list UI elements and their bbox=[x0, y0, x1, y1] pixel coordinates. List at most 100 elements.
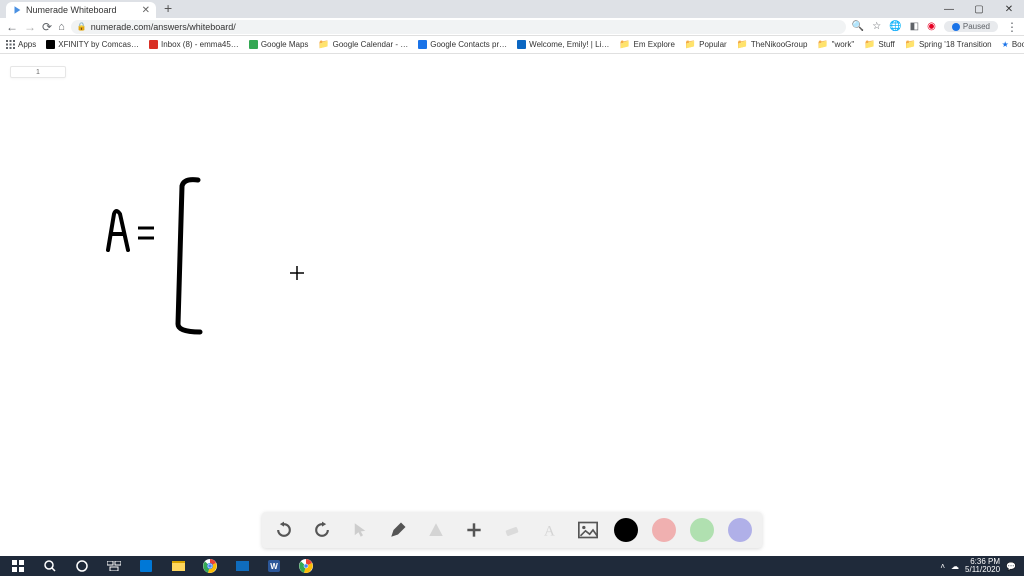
folder-icon: 📁 bbox=[817, 39, 828, 50]
image-button[interactable] bbox=[576, 518, 600, 542]
window-controls: — ▢ ✕ bbox=[934, 0, 1024, 18]
bookmark-label: TheNikooGroup bbox=[751, 40, 807, 49]
bookmark-label: "work" bbox=[832, 40, 855, 49]
taskbar-chrome-2[interactable] bbox=[292, 556, 320, 576]
bookmark-item[interactable]: XFINITY by Comcas… bbox=[46, 40, 139, 49]
window-close-button[interactable]: ✕ bbox=[994, 0, 1024, 18]
bookmark-label: Bookmarks bbox=[1012, 40, 1024, 49]
cortana-button[interactable] bbox=[68, 556, 96, 576]
nav-home-button[interactable]: ⌂ bbox=[58, 21, 65, 33]
windows-icon bbox=[12, 560, 24, 572]
folder-icon: 📁 bbox=[619, 39, 630, 50]
nav-forward-button[interactable]: → bbox=[24, 20, 36, 34]
shape-button[interactable] bbox=[424, 518, 448, 542]
url-text: numerade.com/answers/whiteboard/ bbox=[91, 22, 236, 32]
taskbar-word[interactable]: W bbox=[260, 556, 288, 576]
bookmark-item[interactable]: 📁Spring '18 Transition bbox=[905, 39, 992, 50]
numerade-favicon-icon bbox=[12, 5, 22, 15]
bookmark-label: Google Contacts pr… bbox=[430, 40, 507, 49]
notification-icon[interactable]: 💬 bbox=[1006, 562, 1016, 571]
bookmark-item[interactable]: ★Bookmarks bbox=[1002, 40, 1024, 49]
bookmark-label: Google Maps bbox=[261, 40, 309, 49]
bookmark-item[interactable]: Google Contacts pr… bbox=[418, 40, 507, 49]
folder-icon: 📁 bbox=[685, 39, 696, 50]
eraser-button[interactable] bbox=[500, 518, 524, 542]
bookmark-item[interactable]: 📁 "work" bbox=[817, 39, 854, 50]
translate-icon[interactable]: 🌐 bbox=[889, 21, 901, 32]
lock-icon: 🔒 bbox=[77, 22, 87, 31]
bookmarks-apps-button[interactable]: Apps bbox=[6, 40, 36, 49]
add-button[interactable] bbox=[462, 518, 486, 542]
profile-paused-button[interactable]: Paused bbox=[944, 21, 998, 32]
pointer-button[interactable] bbox=[348, 518, 372, 542]
windows-taskbar: W ˄ ☁ 6:36 PM 5/11/2020 💬 bbox=[0, 556, 1024, 576]
pinterest-icon[interactable]: ◉ bbox=[927, 21, 936, 32]
task-view-icon bbox=[107, 561, 121, 571]
color-purple-swatch[interactable] bbox=[728, 518, 752, 542]
bookmark-item[interactable]: Google Maps bbox=[249, 40, 309, 49]
window-minimize-button[interactable]: — bbox=[934, 0, 964, 18]
bookmark-item[interactable]: 📁Stuff bbox=[864, 39, 895, 50]
bookmark-item[interactable]: 📁TheNikooGroup bbox=[737, 39, 808, 50]
text-button[interactable]: A bbox=[538, 518, 562, 542]
shape-icon bbox=[427, 521, 445, 539]
start-button[interactable] bbox=[4, 556, 32, 576]
bookmark-label: Em Explore bbox=[634, 40, 675, 49]
whiteboard-canvas[interactable]: 1 A bbox=[0, 54, 1024, 556]
folder-icon: 📁 bbox=[737, 39, 748, 50]
slide-thumbnail[interactable]: 1 bbox=[10, 66, 66, 78]
tray-overflow[interactable]: ˄ bbox=[940, 562, 945, 571]
extension-icon[interactable]: ◧ bbox=[910, 21, 919, 32]
bookmark-label: Spring '18 Transition bbox=[919, 40, 992, 49]
onedrive-icon[interactable]: ☁ bbox=[951, 562, 959, 571]
browser-tab[interactable]: Numerade Whiteboard ✕ bbox=[6, 2, 156, 18]
new-tab-button[interactable]: + bbox=[164, 0, 172, 16]
svg-text:A: A bbox=[544, 523, 555, 539]
task-view-button[interactable] bbox=[100, 556, 128, 576]
taskbar-mail[interactable] bbox=[228, 556, 256, 576]
bookmark-item[interactable]: Welcome, Emily! | Li… bbox=[517, 40, 609, 49]
text-icon: A bbox=[541, 521, 559, 539]
pen-icon bbox=[389, 521, 407, 539]
tab-strip: Numerade Whiteboard ✕ + — ▢ ✕ bbox=[0, 0, 1024, 18]
bookmark-item[interactable]: 📁Popular bbox=[685, 39, 727, 50]
bookmark-item[interactable]: 📁Google Calendar - … bbox=[318, 39, 408, 50]
color-pink-swatch[interactable] bbox=[652, 518, 676, 542]
taskbar-chrome[interactable] bbox=[196, 556, 224, 576]
chrome-menu-button[interactable]: ⋮ bbox=[1006, 20, 1018, 34]
nav-back-button[interactable]: ← bbox=[6, 20, 18, 34]
pen-button[interactable] bbox=[386, 518, 410, 542]
folder-icon: 📁 bbox=[864, 39, 875, 50]
bookmark-label: Inbox (8) - emma45… bbox=[161, 40, 239, 49]
system-tray: ˄ ☁ 6:36 PM 5/11/2020 💬 bbox=[940, 558, 1020, 574]
chrome-icon bbox=[203, 559, 217, 573]
folder-icon: 📁 bbox=[905, 39, 916, 50]
taskbar-clock[interactable]: 6:36 PM 5/11/2020 bbox=[965, 558, 1000, 574]
undo-button[interactable] bbox=[272, 518, 296, 542]
bookmark-item[interactable]: Inbox (8) - emma45… bbox=[149, 40, 239, 49]
site-icon bbox=[517, 40, 526, 49]
omnibox[interactable]: 🔒 numerade.com/answers/whiteboard/ bbox=[71, 20, 846, 34]
color-green-swatch[interactable] bbox=[690, 518, 714, 542]
site-icon bbox=[418, 40, 427, 49]
star-icon[interactable]: ☆ bbox=[872, 21, 881, 32]
bookmark-label: XFINITY by Comcas… bbox=[58, 40, 139, 49]
pointer-icon bbox=[351, 521, 369, 539]
image-icon bbox=[578, 521, 598, 539]
redo-button[interactable] bbox=[310, 518, 334, 542]
window-maximize-button[interactable]: ▢ bbox=[964, 0, 994, 18]
search-icon bbox=[44, 560, 56, 572]
tab-title: Numerade Whiteboard bbox=[26, 5, 138, 15]
taskbar-edge[interactable] bbox=[132, 556, 160, 576]
bookmark-item[interactable]: 📁 Em Explore bbox=[619, 39, 675, 50]
search-icon[interactable]: 🔍 bbox=[852, 21, 864, 32]
plus-icon bbox=[464, 520, 484, 540]
taskbar-search-button[interactable] bbox=[36, 556, 64, 576]
nav-reload-button[interactable]: ⟳ bbox=[42, 20, 52, 34]
color-black-swatch[interactable] bbox=[614, 518, 638, 542]
tab-close-button[interactable]: ✕ bbox=[142, 5, 150, 16]
undo-icon bbox=[274, 520, 294, 540]
taskbar-explorer[interactable] bbox=[164, 556, 192, 576]
bookmark-label: Stuff bbox=[878, 40, 894, 49]
bookmark-label: Popular bbox=[699, 40, 727, 49]
